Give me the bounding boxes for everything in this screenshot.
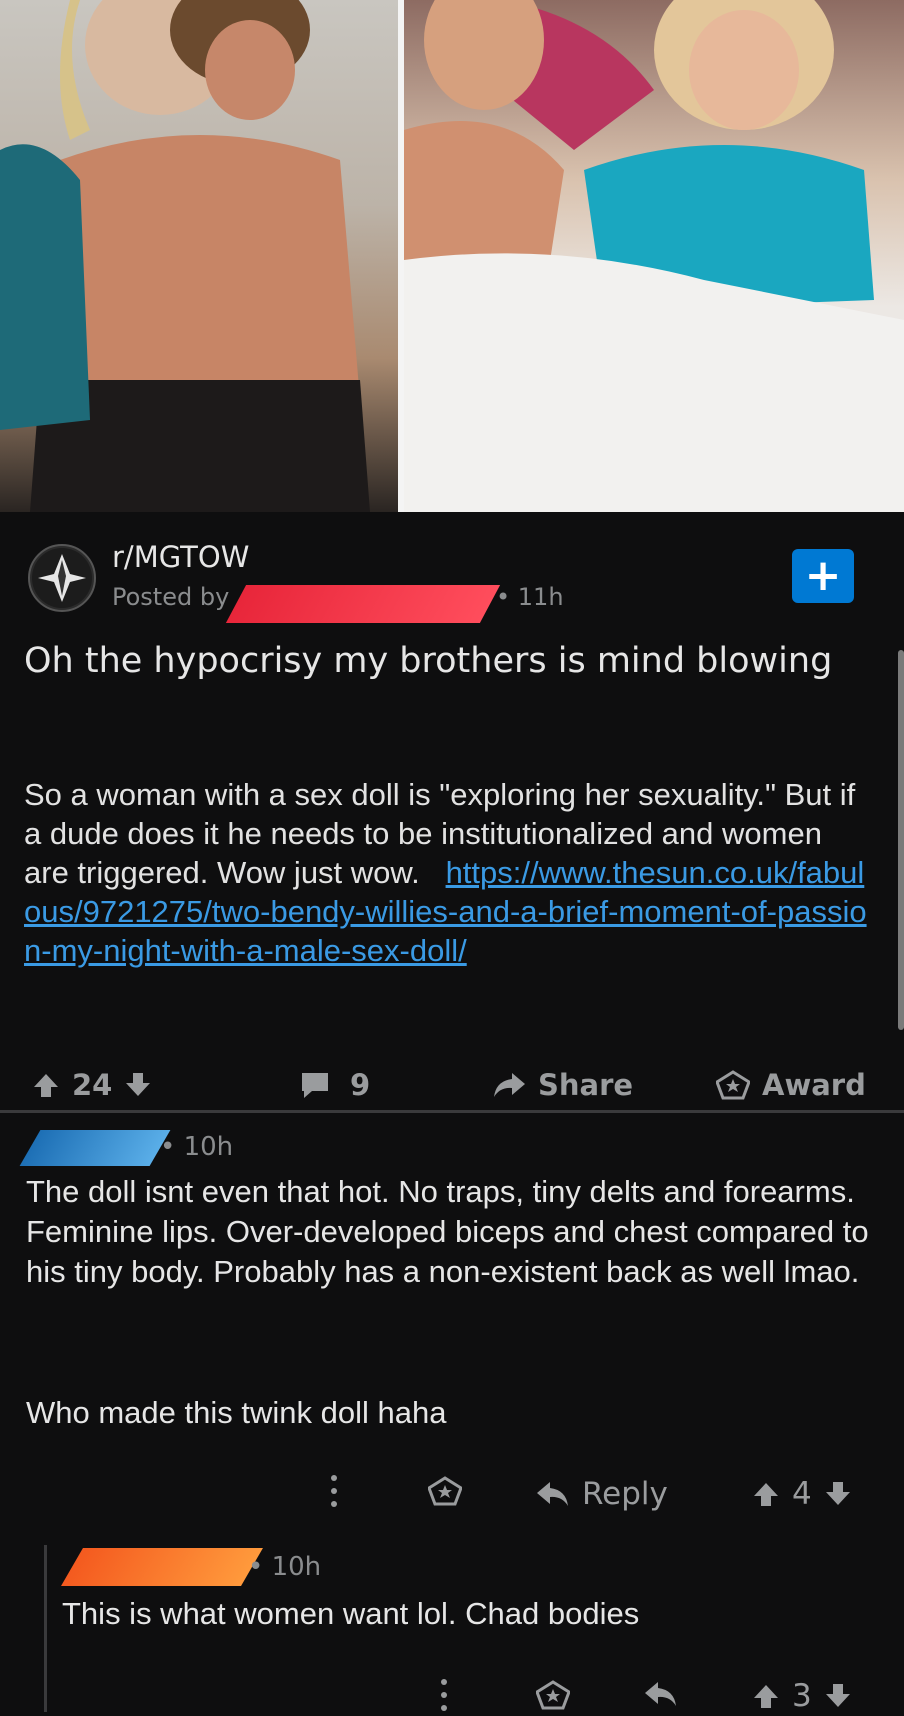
downvote-icon[interactable] — [124, 1071, 152, 1099]
reply-button[interactable]: Reply — [536, 1476, 668, 1512]
upvote-icon[interactable] — [752, 1480, 780, 1508]
upvote-icon[interactable] — [752, 1682, 780, 1710]
comments-button[interactable]: 9 — [300, 1068, 370, 1102]
comment-text-2: Who made this twink doll haha — [26, 1395, 447, 1430]
reply-text: This is what women want lol. Chad bodies — [62, 1596, 640, 1631]
post-body: So a woman with a sex doll is "exploring… — [24, 775, 874, 970]
more-options-icon[interactable] — [330, 1474, 338, 1508]
more-options-icon[interactable] — [440, 1678, 448, 1712]
post-title: Oh the hypocrisy my brothers is mind blo… — [24, 641, 833, 681]
divider — [0, 1110, 904, 1113]
vote-group: 24 — [32, 1068, 152, 1102]
join-button[interactable]: + — [792, 549, 854, 603]
comment-text: The doll isnt even that hot. No traps, t… — [26, 1174, 869, 1289]
award-icon — [716, 1070, 750, 1100]
award-label: Award — [762, 1068, 866, 1102]
vote-count: 3 — [792, 1678, 812, 1714]
award-icon[interactable] — [536, 1680, 570, 1710]
redaction-bar — [19, 1130, 171, 1166]
comment-vote-group: 4 — [752, 1476, 852, 1512]
comment-count: 9 — [350, 1068, 371, 1102]
vote-count: 24 — [72, 1068, 113, 1102]
downvote-icon[interactable] — [824, 1480, 852, 1508]
vote-count: 4 — [792, 1476, 812, 1512]
comment-icon — [300, 1071, 330, 1099]
share-button[interactable]: Share — [492, 1068, 633, 1102]
comment-actions: Reply 4 — [0, 1468, 904, 1524]
post-actions: 24 9 Share Award — [0, 1058, 904, 1114]
subreddit-name[interactable]: r/MGTOW — [112, 540, 249, 574]
redaction-bar — [225, 585, 501, 623]
post-image-right[interactable] — [404, 0, 904, 512]
reply-icon[interactable] — [644, 1680, 678, 1708]
share-icon — [492, 1071, 526, 1099]
reply-timestamp: • 10h — [248, 1552, 322, 1582]
post-timestamp: • 11h — [496, 583, 564, 611]
posted-by-label: Posted by — [112, 583, 230, 611]
redaction-bar — [61, 1548, 263, 1586]
scrollbar[interactable] — [898, 650, 904, 1030]
post-image-left[interactable] — [0, 0, 398, 512]
comment-timestamp: • 10h — [160, 1132, 234, 1162]
reply-icon — [536, 1480, 570, 1508]
share-label: Share — [538, 1068, 634, 1102]
reply-actions: 3 — [0, 1676, 904, 1716]
upvote-icon[interactable] — [32, 1071, 60, 1099]
award-button[interactable]: Award — [716, 1068, 866, 1102]
subreddit-avatar[interactable] — [28, 544, 96, 612]
reply-vote-group: 3 — [752, 1678, 852, 1714]
downvote-icon[interactable] — [824, 1682, 852, 1710]
reply-label: Reply — [582, 1476, 668, 1512]
award-icon[interactable] — [428, 1476, 462, 1506]
